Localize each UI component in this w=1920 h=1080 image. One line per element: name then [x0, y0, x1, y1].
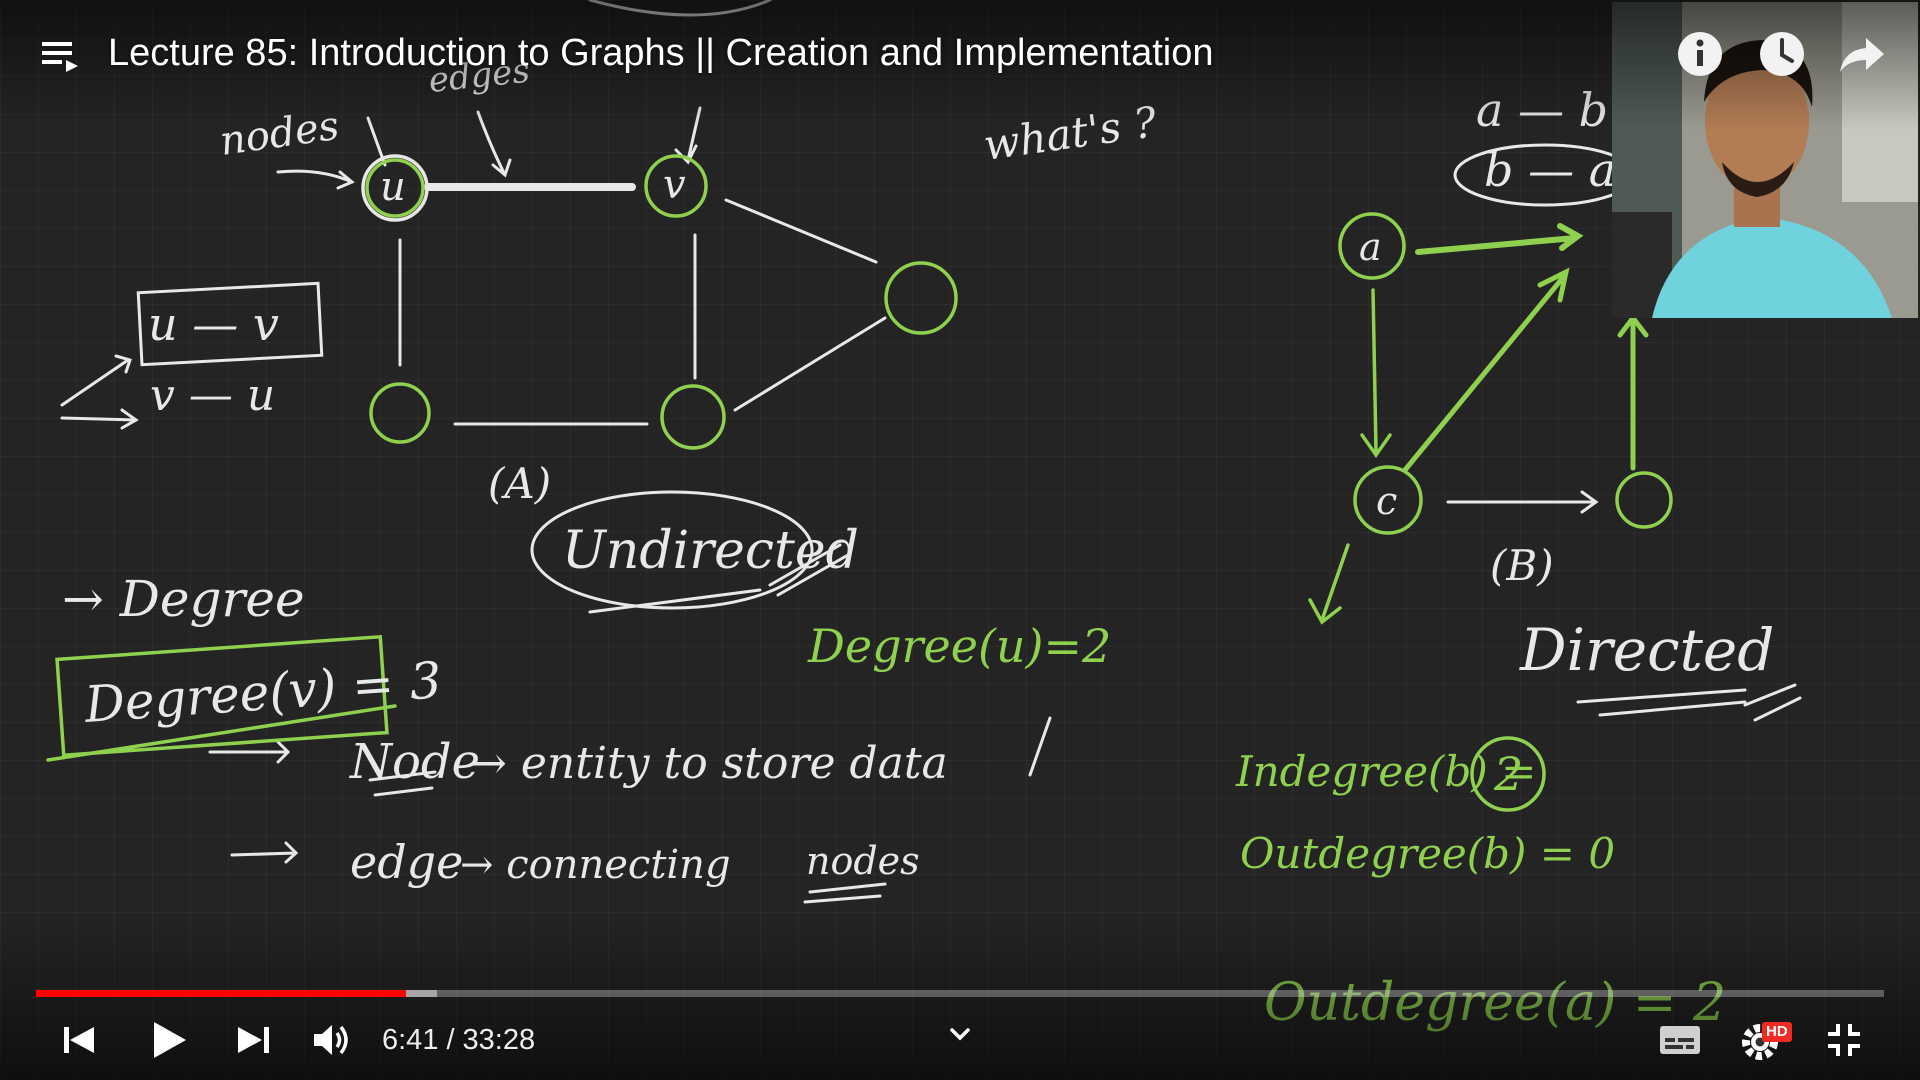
green-scribble-arrow: [1308, 543, 1350, 625]
edge-a-c: [1360, 288, 1392, 459]
graph-node-right: [884, 261, 958, 335]
degree-u-label: Degree(u)=2: [807, 619, 1111, 673]
current-time: 6:41: [382, 1024, 439, 1056]
exit-fullscreen-icon: [1828, 1024, 1860, 1056]
next-button[interactable]: [226, 1012, 282, 1068]
graph-node-bottom-right: [660, 384, 726, 450]
chapter-expand-button[interactable]: [932, 1006, 988, 1062]
share-icon: [1840, 38, 1884, 72]
degree-heading: → Degree: [62, 570, 305, 628]
playlist-icon: [42, 42, 78, 72]
edge-c-b: [1402, 267, 1570, 473]
hd-badge: HD: [1762, 1022, 1792, 1042]
subtitles-button[interactable]: [1652, 1012, 1708, 1068]
graph-b-label: (B): [1490, 541, 1554, 590]
edges-arrow: [476, 110, 512, 178]
volume-button[interactable]: [304, 1012, 360, 1068]
edge-c-d: [1446, 490, 1599, 514]
node-u-label: u: [380, 164, 406, 210]
graph-node-bottom-left: [369, 382, 431, 444]
edge-a-b: [1415, 223, 1584, 255]
degree-v-label: Degree(v) = 3: [82, 651, 444, 734]
nodes-label: nodes: [217, 103, 342, 165]
volume-icon: [314, 1025, 348, 1055]
outdegree-b-label: Outdegree(b) = 0: [1240, 829, 1615, 878]
edge-bottom-right: [733, 316, 887, 412]
clock-icon: [1760, 32, 1804, 76]
v-arrow: [674, 106, 702, 165]
node-a-label: a: [1359, 225, 1382, 269]
video-player[interactable]: nodes edges u v u — v v — u (A) Undirect…: [0, 0, 1920, 1080]
ba-line: b — a: [1484, 143, 1616, 197]
video-title[interactable]: Lecture 85: Introduction to Graphs || Cr…: [108, 28, 1214, 78]
uv-box-text: u — v: [148, 297, 279, 351]
node-v-label: v: [663, 162, 686, 208]
directed-label: Directed: [1519, 616, 1774, 684]
indegree-label: Indegree(b) =: [1235, 747, 1536, 796]
watch-later-button[interactable]: [1756, 28, 1808, 80]
whats-label: what's ?: [981, 97, 1160, 170]
node-def-text: → entity to store data: [470, 738, 948, 789]
duration: 33:28: [462, 1024, 536, 1056]
node-c-label: c: [1376, 479, 1397, 523]
share-button[interactable]: [1836, 28, 1888, 80]
play-button[interactable]: [140, 1012, 196, 1068]
graph-a-label: (A): [488, 459, 551, 508]
previous-button[interactable]: [50, 1012, 106, 1068]
edge-def-text: → connecting: [460, 842, 731, 888]
edge-def-tail: nodes: [806, 839, 920, 883]
edge-v-right: [724, 198, 878, 264]
undirected-label: Undirected: [562, 521, 859, 581]
edge-def-label: edge: [350, 835, 463, 889]
skip-next-icon: [238, 1027, 269, 1053]
graph-node-d: [1615, 471, 1673, 529]
nodes-arrow: [276, 169, 355, 190]
chevron-down-icon: [950, 1028, 970, 1041]
subtitles-icon: [1660, 1026, 1700, 1054]
info-icon: [1678, 32, 1722, 76]
edge-d-b: [1617, 313, 1649, 471]
time-separator: /: [446, 1024, 455, 1056]
progress-bar[interactable]: [36, 990, 1884, 997]
exit-fullscreen-button[interactable]: [1816, 1012, 1872, 1068]
ab-line: a — b: [1476, 83, 1608, 137]
progress-played: [36, 990, 406, 997]
indegree-value: 2: [1493, 747, 1523, 801]
info-button[interactable]: [1674, 28, 1726, 80]
skip-previous-icon: [64, 1027, 94, 1053]
playlist-button[interactable]: [36, 32, 84, 80]
vu-text: v — u: [150, 370, 275, 421]
node-def-label: Node: [349, 734, 480, 790]
play-icon: [154, 1022, 186, 1058]
time-display: 6:41/33:28: [382, 1020, 535, 1060]
